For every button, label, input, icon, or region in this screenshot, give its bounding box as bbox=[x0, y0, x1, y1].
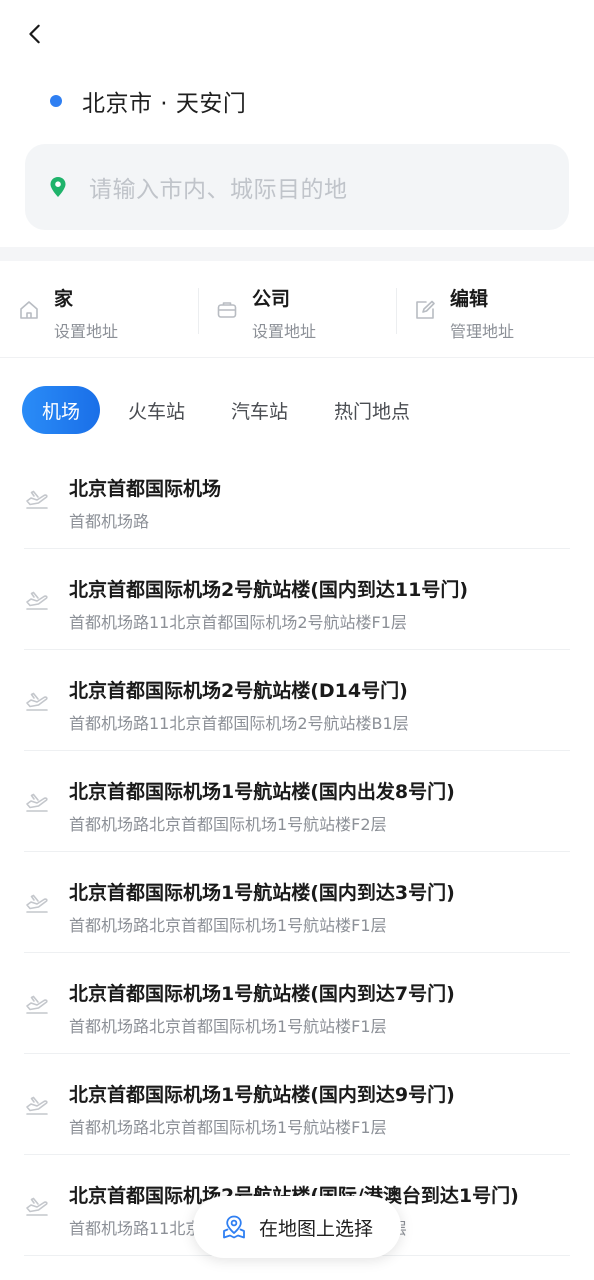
tab-airport[interactable]: 机场 bbox=[22, 386, 100, 434]
origin-location[interactable]: 北京市 · 天安门 bbox=[50, 84, 246, 118]
place-title: 北京首都国际机场1号航站楼(国内出发8号门) bbox=[69, 781, 455, 803]
place-address: 首都机场路北京首都国际机场1号航站楼F1层 bbox=[69, 1017, 387, 1036]
airplane-icon bbox=[26, 490, 48, 509]
place-title: 北京首都国际机场1号航站楼(国内到达3号门) bbox=[69, 882, 455, 904]
airplane-icon bbox=[26, 692, 48, 711]
place-address: 首都机场路11北京首都国际机场2号航站楼B1层 bbox=[69, 714, 409, 733]
list-item[interactable]: 北京首都国际机场 首都机场路 bbox=[0, 448, 594, 549]
shortcut-company[interactable]: 公司 设置地址 bbox=[198, 262, 396, 358]
place-address: 首都机场路11北京首都国际机场2号航站楼F1层 bbox=[69, 613, 407, 632]
place-list: 北京首都国际机场 首都机场路 北京首都国际机场2号航站楼(国内到达11号门) 首… bbox=[0, 448, 594, 1256]
airplane-icon bbox=[26, 1096, 48, 1115]
location-pin-icon bbox=[50, 177, 66, 197]
tab-bus-station[interactable]: 汽车站 bbox=[231, 386, 288, 434]
home-icon bbox=[20, 301, 38, 319]
address-shortcuts: 家 设置地址 公司 设置地址 编辑 管理地址 bbox=[0, 262, 594, 358]
place-title: 北京首都国际机场1号航站楼(国内到达9号门) bbox=[69, 1084, 455, 1106]
place-title: 北京首都国际机场1号航站楼(国内到达7号门) bbox=[69, 983, 455, 1005]
place-address: 首都机场路 bbox=[69, 512, 150, 531]
section-divider bbox=[0, 247, 594, 261]
list-item[interactable]: 北京首都国际机场1号航站楼(国内到达7号门) 首都机场路北京首都国际机场1号航站… bbox=[0, 953, 594, 1054]
place-title: 北京首都国际机场2号航站楼(D14号门) bbox=[69, 680, 408, 702]
list-item[interactable]: 北京首都国际机场1号航站楼(国内到达3号门) 首都机场路北京首都国际机场1号航站… bbox=[0, 852, 594, 953]
place-address: 首都机场路北京首都国际机场1号航站楼F1层 bbox=[69, 1118, 387, 1137]
shortcut-title: 家 bbox=[54, 288, 74, 310]
back-button[interactable] bbox=[18, 16, 52, 52]
airplane-icon bbox=[26, 1197, 48, 1216]
place-address: 首都机场路北京首都国际机场1号航站楼F1层 bbox=[69, 916, 387, 935]
tab-popular-places[interactable]: 热门地点 bbox=[334, 386, 410, 434]
destination-search-input[interactable]: 请输入市内、城际目的地 bbox=[25, 144, 569, 230]
map-pin-icon bbox=[223, 1215, 245, 1239]
shortcut-title: 公司 bbox=[252, 288, 291, 310]
airplane-icon bbox=[26, 793, 48, 812]
list-item[interactable]: 北京首都国际机场2号航站楼(D14号门) 首都机场路11北京首都国际机场2号航站… bbox=[0, 650, 594, 751]
airplane-icon bbox=[26, 894, 48, 913]
chevron-left-icon bbox=[29, 24, 40, 44]
place-address: 首都机场路北京首都国际机场1号航站楼F2层 bbox=[69, 815, 387, 834]
category-tabs: 机场 火车站 汽车站 热门地点 bbox=[22, 386, 410, 434]
origin-dot bbox=[50, 95, 62, 107]
list-item[interactable]: 北京首都国际机场1号航站楼(国内出发8号门) 首都机场路北京首都国际机场1号航站… bbox=[0, 751, 594, 852]
edit-icon bbox=[416, 300, 435, 319]
origin-text: 北京市 · 天安门 bbox=[82, 91, 247, 117]
shortcut-title: 编辑 bbox=[450, 288, 489, 310]
select-on-map-button[interactable]: 在地图上选择 bbox=[193, 1196, 401, 1258]
shortcut-subtitle: 设置地址 bbox=[54, 322, 119, 341]
place-title: 北京首都国际机场2号航站楼(国内到达11号门) bbox=[69, 579, 469, 601]
shortcut-home[interactable]: 家 设置地址 bbox=[0, 262, 198, 358]
shortcut-edit[interactable]: 编辑 管理地址 bbox=[396, 262, 594, 358]
airplane-icon bbox=[26, 591, 48, 610]
briefcase-icon bbox=[217, 302, 237, 318]
search-placeholder: 请输入市内、城际目的地 bbox=[89, 177, 348, 203]
list-item[interactable]: 北京首都国际机场1号航站楼(国内到达9号门) 首都机场路北京首都国际机场1号航站… bbox=[0, 1054, 594, 1155]
place-title: 北京首都国际机场 bbox=[69, 478, 222, 500]
select-on-map-label: 在地图上选择 bbox=[258, 1217, 373, 1240]
shortcut-subtitle: 设置地址 bbox=[252, 322, 317, 341]
airplane-icon bbox=[26, 995, 48, 1014]
list-item[interactable]: 北京首都国际机场2号航站楼(国内到达11号门) 首都机场路11北京首都国际机场2… bbox=[0, 549, 594, 650]
tab-train-station[interactable]: 火车站 bbox=[128, 386, 185, 434]
shortcut-subtitle: 管理地址 bbox=[450, 322, 515, 341]
